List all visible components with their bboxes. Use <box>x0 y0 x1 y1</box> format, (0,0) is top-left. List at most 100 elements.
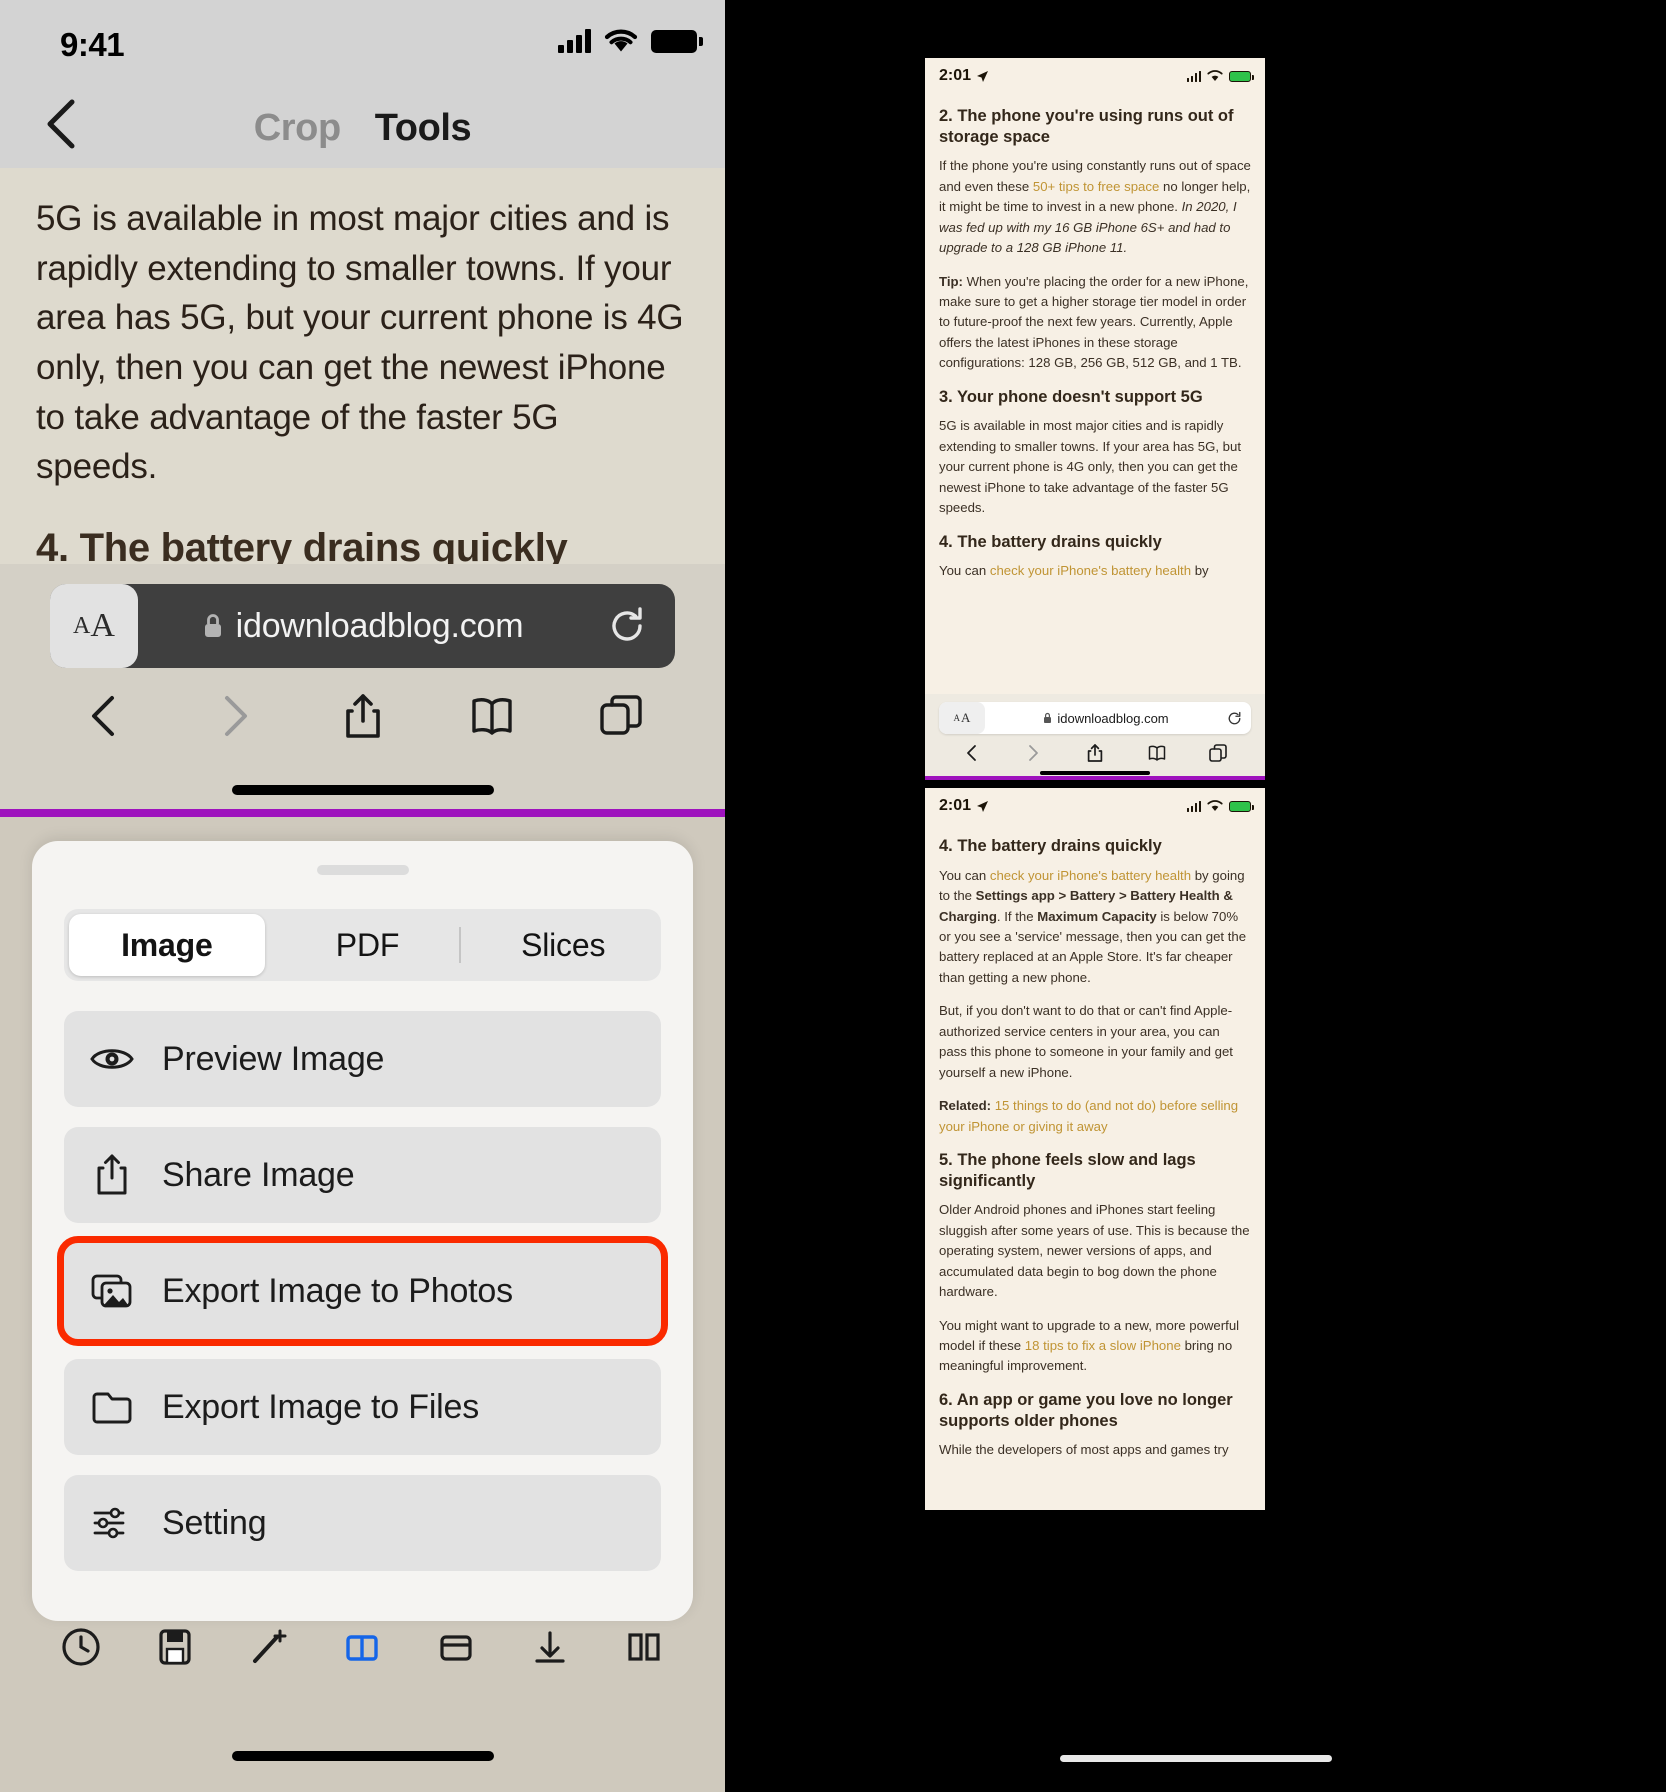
lower-screenshot: Image PDF Slices Preview Image Share Ima… <box>0 817 725 1792</box>
aa-big-letter: A <box>90 607 115 644</box>
article-heading-2: 2. The phone you're using runs out of st… <box>939 107 1234 146</box>
text-size-button[interactable]: AA <box>50 584 138 668</box>
photos-stack-icon <box>90 1269 134 1313</box>
text-size-button[interactable]: AA <box>939 702 985 734</box>
book-icon[interactable] <box>340 1625 384 1669</box>
segment-slices[interactable]: Slices <box>465 927 661 964</box>
tabs-icon[interactable] <box>1208 743 1228 763</box>
chevron-left-icon[interactable] <box>81 692 129 740</box>
status-time: 2:01 <box>939 797 972 814</box>
lock-icon <box>204 614 221 637</box>
status-icons <box>558 28 703 54</box>
folder-icon <box>90 1385 134 1429</box>
status-bar: 9:41 <box>0 0 725 88</box>
article-paragraph-2: Tip: When you're placing the order for a… <box>939 272 1251 374</box>
download-icon[interactable] <box>528 1625 572 1669</box>
article-paragraph-4: You might want to upgrade to a new, more… <box>939 1316 1251 1377</box>
menu-item-share-image[interactable]: Share Image <box>64 1127 661 1223</box>
battery-health-link[interactable]: check your iPhone's battery health <box>990 563 1191 578</box>
chevron-right-icon[interactable] <box>1023 743 1043 763</box>
max-capacity-bold: Maximum Capacity <box>1037 908 1157 924</box>
tab-tools[interactable]: Tools <box>375 107 472 150</box>
battery-charging-icon <box>1229 70 1254 82</box>
article-preview: 5G is available in most major cities and… <box>0 168 725 564</box>
status-time: 9:41 <box>60 26 125 63</box>
p4a: You can <box>939 563 990 579</box>
status-icons <box>1186 800 1254 812</box>
menu-item-setting[interactable]: Setting <box>64 1475 661 1571</box>
article-related: Related: 15 things to do (and not do) be… <box>939 1096 1251 1137</box>
url-text: idownloadblog.com <box>235 606 524 645</box>
article-heading-2: 4. The battery drains quickly <box>939 837 1162 855</box>
free-space-tips-link[interactable]: 50+ tips to free space <box>1033 179 1159 194</box>
aa-big-letter: A <box>961 710 971 725</box>
p4b: by <box>1191 563 1209 579</box>
export-menu-list: Preview Image Share Image Export Image t… <box>57 1011 668 1571</box>
location-arrow-icon <box>977 70 989 82</box>
address-bar[interactable]: AA idownloadblog.com <box>50 584 675 668</box>
safari-toolbar <box>941 743 1249 763</box>
b1c: . If the <box>996 908 1038 924</box>
cellular-signal-icon <box>558 29 591 53</box>
home-indicator <box>1040 771 1150 775</box>
reload-icon[interactable] <box>607 606 647 646</box>
share-upload-icon <box>90 1153 134 1197</box>
menu-item-export-image-to-photos[interactable]: Export Image to Photos <box>57 1236 668 1346</box>
segment-image[interactable]: Image <box>69 914 265 976</box>
chevron-left-icon[interactable] <box>962 743 982 763</box>
layout-icon[interactable] <box>622 1625 666 1669</box>
tab-crop[interactable]: Crop <box>254 107 341 150</box>
menu-item-preview-image[interactable]: Preview Image <box>64 1011 661 1107</box>
purple-divider <box>925 776 1265 780</box>
address-bar[interactable]: AA idownloadblog.com <box>939 702 1251 734</box>
book-icon[interactable] <box>468 692 516 740</box>
b1a: You can <box>939 867 990 883</box>
article-paragraph-4: You can check your iPhone's battery heal… <box>939 561 1251 581</box>
right-phone-column: 2:01 2. The phone you're using runs out … <box>725 0 1666 1792</box>
menu-item-label: Export Image to Files <box>162 1387 480 1426</box>
menu-item-export-image-to-files[interactable]: Export Image to Files <box>64 1359 661 1455</box>
status-bar: 2:01 <box>925 788 1265 824</box>
article-heading-3: 5. The phone feels slow and lags signifi… <box>939 1151 1196 1190</box>
article-heading-4: 6. An app or game you love no longer sup… <box>939 1390 1233 1430</box>
book-icon[interactable] <box>1147 743 1167 763</box>
safari-bottom-chrome: AA idownloadblog.com <box>0 564 725 809</box>
cellular-signal-icon <box>1186 800 1201 812</box>
article-body: 2. The phone you're using runs out of st… <box>925 94 1265 582</box>
home-indicator <box>231 1751 494 1761</box>
sheet-grabber[interactable] <box>316 865 409 875</box>
share-upload-icon[interactable] <box>1085 743 1105 763</box>
nav-title-group: Crop Tools <box>0 88 725 168</box>
menu-item-label: Share Image <box>162 1155 355 1194</box>
lock-icon <box>1044 712 1052 723</box>
sliders-icon <box>90 1501 134 1545</box>
tabs-icon[interactable] <box>597 692 645 740</box>
article-paragraph-2: But, if you don't want to do that or can… <box>939 1003 1233 1080</box>
battery-health-link[interactable]: check your iPhone's battery health <box>990 868 1191 883</box>
save-icon[interactable] <box>153 1625 197 1669</box>
crop-icon[interactable] <box>434 1625 478 1669</box>
clock-icon[interactable] <box>59 1625 103 1669</box>
share-upload-icon[interactable] <box>339 692 387 740</box>
segment-pdf[interactable]: PDF <box>270 927 466 964</box>
phone-screenshot-top: 2:01 2. The phone you're using runs out … <box>925 58 1265 780</box>
export-action-sheet: Image PDF Slices Preview Image Share Ima… <box>32 841 693 1621</box>
status-icons <box>1186 70 1254 82</box>
menu-item-label: Setting <box>162 1503 267 1542</box>
purple-divider <box>0 809 725 817</box>
home-indicator <box>1059 1755 1332 1762</box>
url-display[interactable]: idownloadblog.com <box>50 607 675 646</box>
chevron-right-icon[interactable] <box>210 692 258 740</box>
menu-item-label: Preview Image <box>162 1039 385 1078</box>
eye-icon <box>90 1037 134 1081</box>
url-display[interactable]: idownloadblog.com <box>985 711 1227 726</box>
left-phone-screenshot: 9:41 Crop Tools 5G is available in most … <box>0 0 725 1792</box>
magic-wand-icon[interactable] <box>247 1625 291 1669</box>
reload-icon[interactable] <box>1227 711 1242 726</box>
wifi-icon <box>1207 800 1223 811</box>
home-indicator <box>231 785 494 795</box>
safari-toolbar <box>40 692 685 740</box>
slow-iphone-tips-link[interactable]: 18 tips to fix a slow iPhone <box>1025 1338 1181 1353</box>
phone-screenshot-bottom: 2:01 4. The battery drains quickly You c… <box>925 788 1265 1510</box>
safari-bottom-chrome: AA idownloadblog.com <box>925 694 1265 780</box>
